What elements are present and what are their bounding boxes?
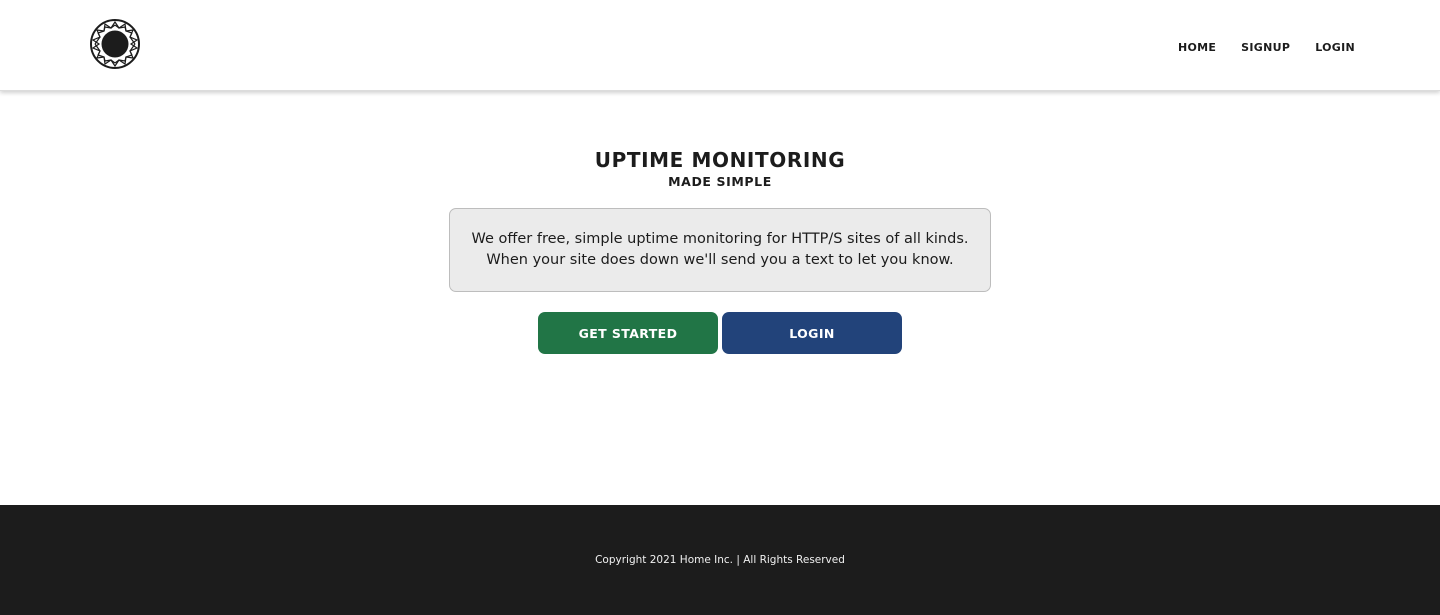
main-nav: HOME SIGNUP LOGIN [1153, 41, 1355, 54]
nav-login-link[interactable]: LOGIN [1315, 41, 1355, 54]
site-header: HOME SIGNUP LOGIN [0, 0, 1440, 91]
nav-home-link[interactable]: HOME [1178, 41, 1216, 54]
login-button[interactable]: LOGIN [722, 312, 902, 354]
description-box: We offer free, simple uptime monitoring … [449, 208, 991, 292]
hero-section: UPTIME MONITORING MADE SIMPLE We offer f… [0, 91, 1440, 505]
get-started-button[interactable]: GET STARTED [538, 312, 718, 354]
site-footer: Copyright 2021 Home Inc. | All Rights Re… [0, 505, 1440, 615]
hero-title: UPTIME MONITORING [594, 148, 846, 172]
hero-subtitle: MADE SIMPLE [668, 174, 772, 189]
copyright-text: Copyright 2021 Home Inc. | All Rights Re… [595, 554, 845, 566]
nav-signup-link[interactable]: SIGNUP [1241, 41, 1290, 54]
description-line-2: When your site does down we'll send you … [486, 252, 954, 268]
description-line-1: We offer free, simple uptime monitoring … [471, 231, 969, 247]
logo-icon[interactable] [90, 19, 140, 69]
